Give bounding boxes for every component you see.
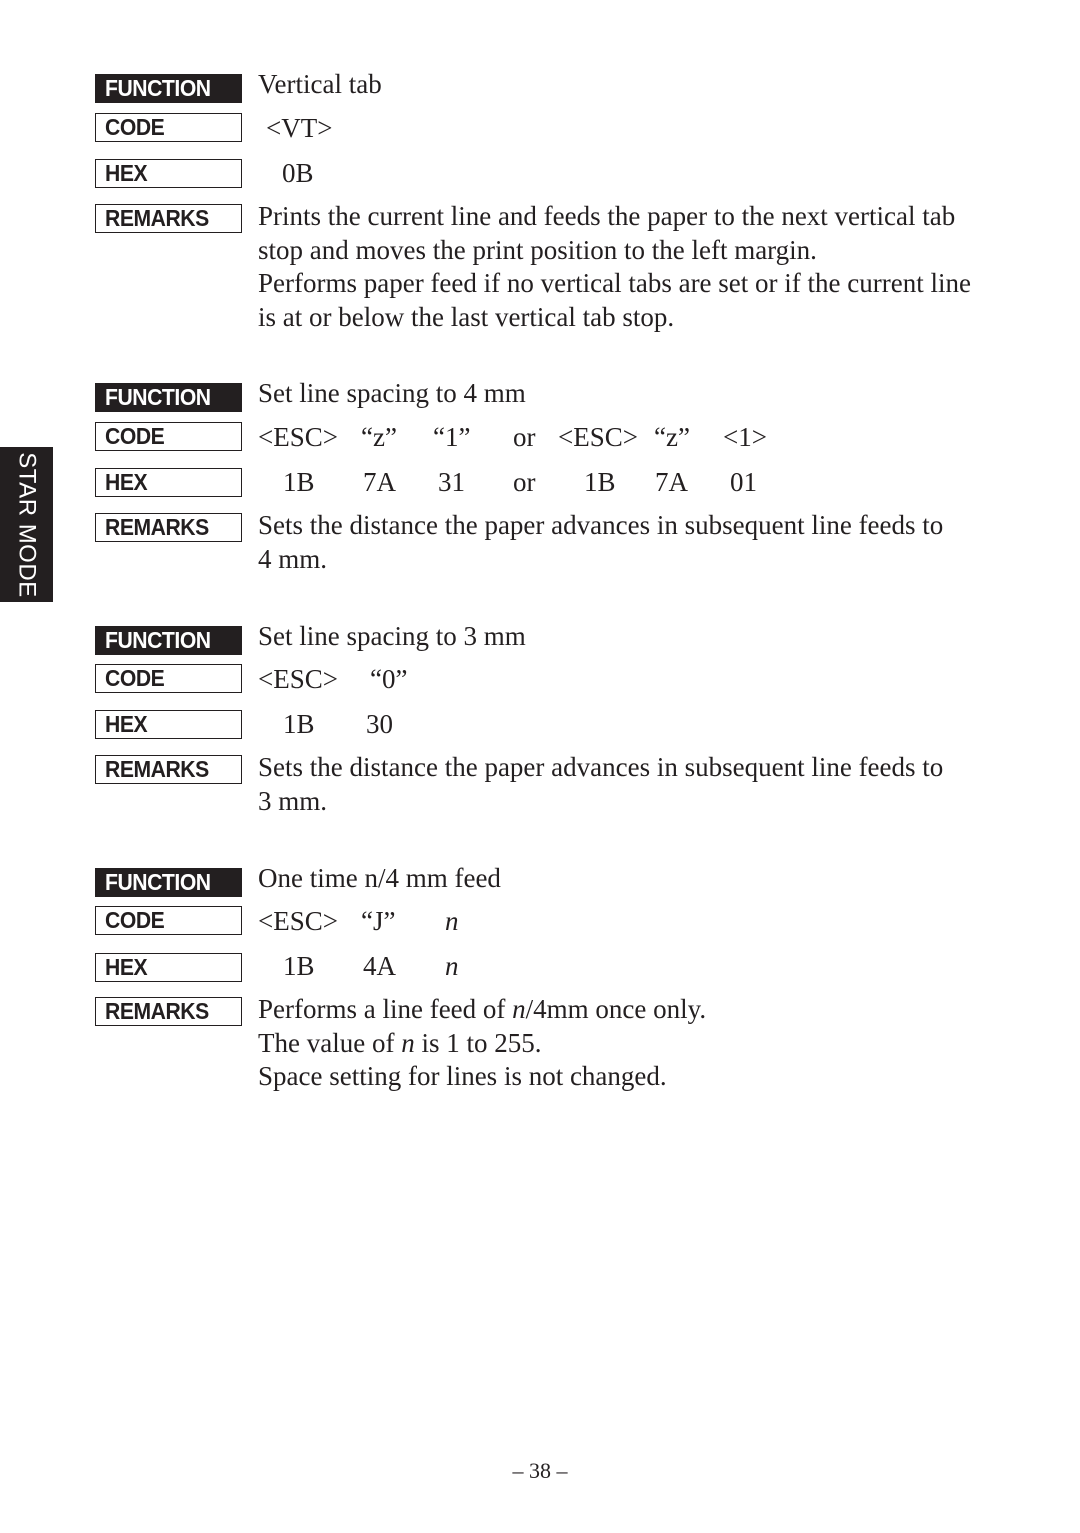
remarks-text: Performs a line feed of n/4mm once only.… — [258, 993, 998, 1094]
hex-token: 31 — [438, 467, 465, 497]
hex-token: 1B — [283, 709, 315, 739]
code-token: “J” — [361, 906, 396, 936]
hex-label: HEX — [95, 159, 242, 188]
variable-n: n — [512, 994, 526, 1024]
remarks-label: REMARKS — [95, 755, 242, 784]
hex-token: 1B — [584, 467, 616, 497]
remarks-line: 3 mm. — [258, 785, 328, 816]
code-token: “1” — [433, 422, 471, 452]
remarks-label: REMARKS — [95, 997, 242, 1026]
hex-separator: or — [513, 467, 536, 497]
page-number: – 38 – — [512, 1458, 568, 1483]
variable-n: n — [401, 1027, 415, 1058]
remarks-line: Sets the distance the paper advances in … — [258, 510, 944, 540]
code-label: CODE — [95, 906, 242, 935]
hex-parameter: n — [445, 951, 459, 981]
hex-token: 01 — [730, 467, 757, 497]
function-label: FUNCTION — [95, 383, 242, 412]
hex-token: 7A — [363, 467, 396, 497]
function-label: FUNCTION — [95, 868, 242, 897]
code-token: “z” — [654, 422, 690, 452]
section-tab-star-mode: STAR MODE — [0, 447, 53, 602]
hex-label: HEX — [95, 953, 242, 982]
code-parameter: n — [445, 906, 459, 936]
function-value: Set line spacing to 4 mm — [258, 378, 526, 408]
code-token: <ESC> — [258, 422, 338, 452]
code-token: <1> — [723, 422, 767, 452]
remarks-line: Performs a line feed of n/4mm once only. — [258, 994, 707, 1024]
hex-token: 7A — [655, 467, 688, 497]
hex-token: 1B — [283, 467, 315, 497]
remarks-line: The value of n is 1 to 255. — [258, 1027, 542, 1058]
hex-token: 0B — [282, 158, 314, 188]
hex-token: 1B — [283, 951, 315, 981]
remarks-label: REMARKS — [95, 204, 242, 233]
code-token: <ESC> — [258, 664, 338, 694]
remarks-text: Sets the distance the paper advances in … — [258, 751, 998, 818]
code-label: CODE — [95, 664, 242, 693]
function-label: FUNCTION — [95, 74, 242, 103]
remarks-line: 4 mm. — [258, 543, 328, 574]
remarks-line: stop and moves the print position to the… — [258, 234, 817, 265]
hex-token: 4A — [363, 951, 396, 981]
code-label: CODE — [95, 422, 242, 451]
remarks-line: Sets the distance the paper advances in … — [258, 752, 944, 782]
remarks-line: Space setting for lines is not changed. — [258, 1061, 667, 1091]
code-token: “0” — [370, 664, 408, 694]
remarks-line: Performs paper feed if no vertical tabs … — [258, 268, 971, 298]
hex-label: HEX — [95, 468, 242, 497]
code-token: <ESC> — [558, 422, 638, 452]
code-token: <ESC> — [258, 906, 338, 936]
code-separator: or — [513, 422, 536, 452]
code-label: CODE — [95, 113, 242, 142]
hex-token: 30 — [366, 709, 393, 739]
function-label: FUNCTION — [95, 626, 242, 655]
hex-label: HEX — [95, 710, 242, 739]
function-value: Set line spacing to 3 mm — [258, 621, 526, 651]
remarks-label: REMARKS — [95, 513, 242, 542]
code-token: <VT> — [266, 113, 333, 143]
remarks-text: Prints the current line and feeds the pa… — [258, 200, 998, 334]
code-token: “z” — [361, 422, 397, 452]
remarks-line: Prints the current line and feeds the pa… — [258, 201, 956, 231]
function-value: One time n/4 mm feed — [258, 863, 501, 893]
function-value: Vertical tab — [258, 69, 382, 99]
remarks-line: is at or below the last vertical tab sto… — [258, 301, 675, 332]
remarks-text: Sets the distance the paper advances in … — [258, 509, 998, 576]
section-tab-label: STAR MODE — [13, 451, 41, 598]
